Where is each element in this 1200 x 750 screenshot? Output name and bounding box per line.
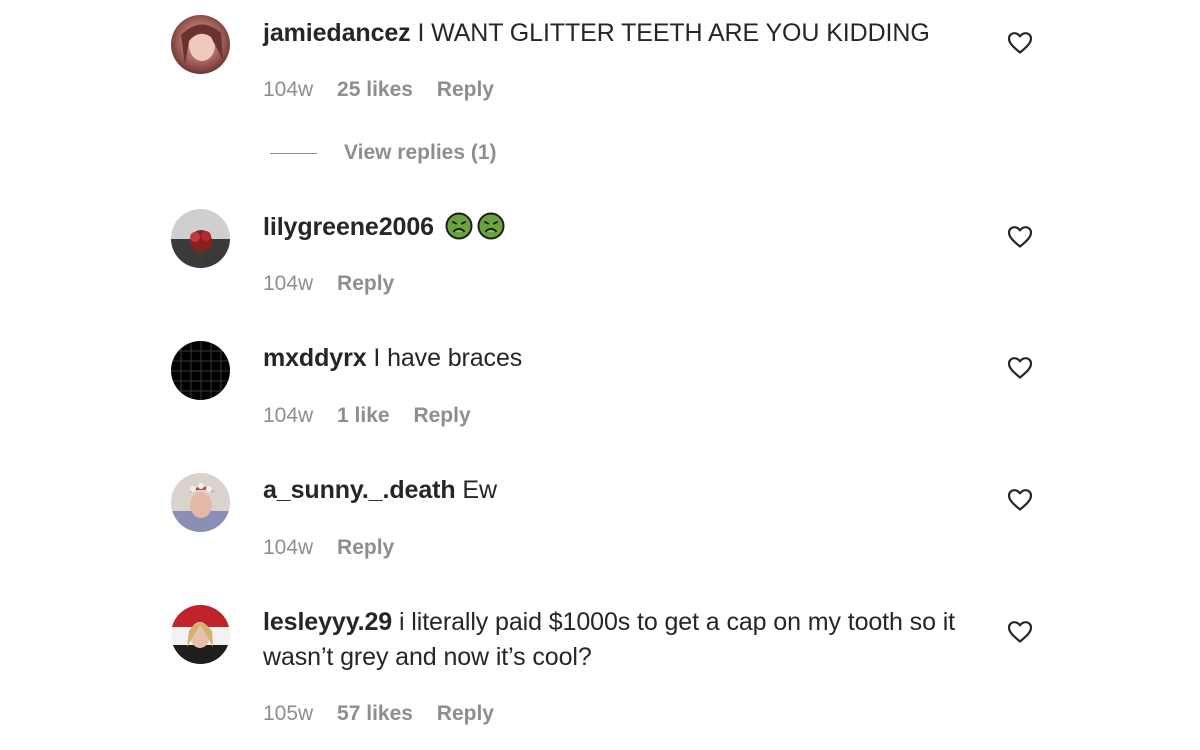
comment-body: a_sunny._.death Ew (263, 473, 993, 508)
nauseated-face-icon (445, 212, 473, 240)
comment-age: 104w (263, 404, 314, 427)
avatar[interactable] (171, 15, 230, 74)
comment-meta: 104w 25 likes Reply (263, 75, 512, 105)
comment-meta: 104w Reply (263, 269, 412, 299)
comment-text: I WANT GLITTER TEETH ARE YOU KIDDING (417, 19, 930, 47)
comment-age: 104w (263, 536, 314, 559)
comment-text: Ew (462, 476, 497, 504)
comments-list: jamiedancez I WANT GLITTER TEETH ARE YOU… (0, 0, 1200, 750)
reply-button[interactable]: Reply (413, 404, 470, 427)
comment-age: 104w (263, 272, 314, 295)
comment-meta: 104w 1 like Reply (263, 401, 489, 431)
heart-icon[interactable] (1007, 31, 1033, 55)
reply-button[interactable]: Reply (437, 702, 494, 725)
comment-body: jamiedancez I WANT GLITTER TEETH ARE YOU… (263, 16, 993, 51)
avatar[interactable] (171, 341, 230, 400)
comment-username[interactable]: a_sunny._.death (263, 476, 456, 504)
view-replies-button[interactable]: View replies (1) (270, 138, 497, 168)
heart-icon[interactable] (1007, 356, 1033, 380)
comment-likes[interactable]: 25 likes (337, 78, 413, 101)
comment-text: I have braces (373, 344, 523, 372)
reply-button[interactable]: Reply (337, 272, 394, 295)
comment-username[interactable]: jamiedancez (263, 19, 411, 47)
nauseated-face-icon (477, 212, 505, 240)
comment-body: lesleyyy.29 i literally paid $1000s to g… (263, 605, 993, 675)
heart-icon[interactable] (1007, 488, 1033, 512)
avatar[interactable] (171, 605, 230, 664)
comment-meta: 104w Reply (263, 533, 412, 563)
comment-age: 104w (263, 78, 314, 101)
reply-button[interactable]: Reply (437, 78, 494, 101)
avatar[interactable] (171, 209, 230, 268)
comment-username[interactable]: mxddyrx (263, 344, 367, 372)
comment-meta: 105w 57 likes Reply (263, 699, 512, 729)
comment-body: lilygreene2006 (263, 210, 993, 245)
view-replies-label: View replies (1) (344, 141, 497, 164)
comment-username[interactable]: lilygreene2006 (263, 213, 434, 241)
heart-icon[interactable] (1007, 620, 1033, 644)
avatar[interactable] (171, 473, 230, 532)
heart-icon[interactable] (1007, 225, 1033, 249)
replies-divider-line (270, 152, 317, 154)
comment-age: 105w (263, 702, 314, 725)
comment-username[interactable]: lesleyyy.29 (263, 608, 392, 636)
reply-button[interactable]: Reply (337, 536, 394, 559)
comment-likes[interactable]: 1 like (337, 404, 390, 427)
comment-likes[interactable]: 57 likes (337, 702, 413, 725)
comment-body: mxddyrx I have braces (263, 341, 993, 376)
